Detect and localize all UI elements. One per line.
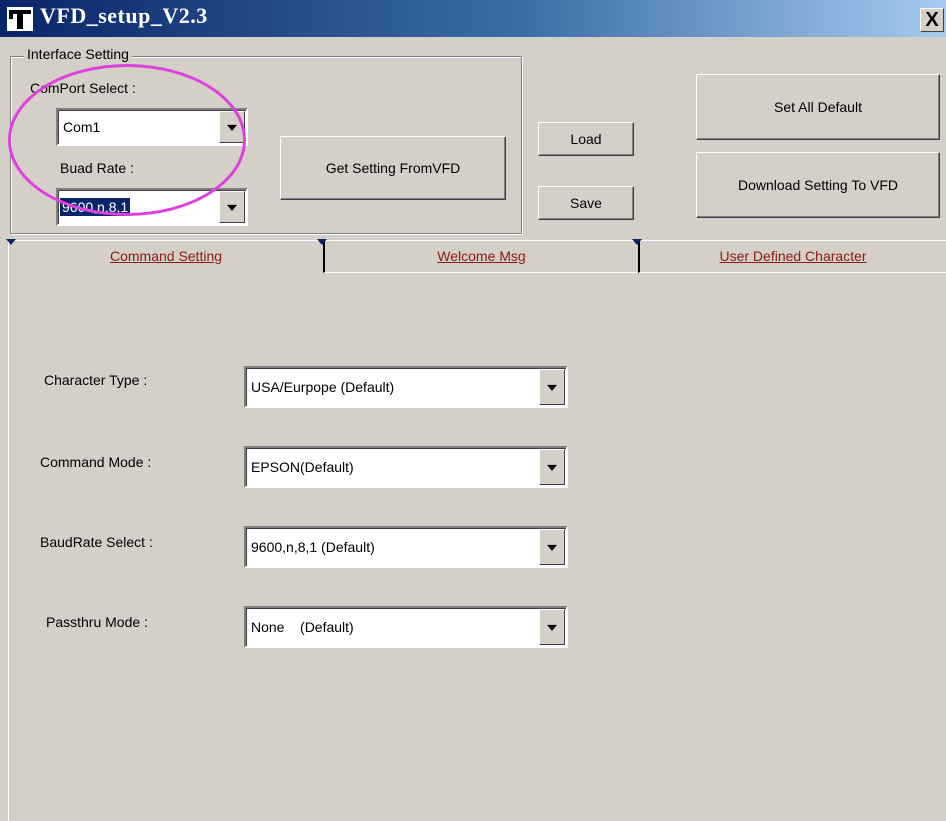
tab-command-setting[interactable]: Command Setting xyxy=(8,240,323,273)
group-label: Interface Setting xyxy=(24,46,132,62)
character-type-value: USA/Eurpope (Default) xyxy=(251,379,395,395)
comport-label: ComPort Select : xyxy=(30,80,136,96)
baud-rate-select-value: 9600,n,8,1 (Default) xyxy=(251,539,375,555)
tab-user-defined-character[interactable]: User Defined Character xyxy=(638,240,946,273)
character-type-label: Character Type : xyxy=(44,372,148,388)
tab-marker-icon xyxy=(632,239,642,245)
baud-rate-value: 9600,n,8,1 xyxy=(60,198,131,216)
save-button[interactable]: Save xyxy=(538,186,634,220)
tab-marker-icon xyxy=(317,239,327,245)
baud-rate-label: Buad Rate : xyxy=(60,160,134,176)
chevron-down-icon[interactable] xyxy=(539,529,565,565)
chevron-down-icon[interactable] xyxy=(539,609,565,645)
baud-rate-select-label: BaudRate Select : xyxy=(40,534,153,550)
chevron-down-icon[interactable] xyxy=(539,369,565,405)
load-button[interactable]: Load xyxy=(538,122,634,156)
passthru-mode-value: None (Default) xyxy=(251,619,354,635)
tab-welcome-msg[interactable]: Welcome Msg xyxy=(323,240,638,273)
app-logo-icon xyxy=(7,7,33,31)
get-setting-button[interactable]: Get Setting FromVFD xyxy=(280,136,506,200)
chevron-down-icon[interactable] xyxy=(219,111,245,143)
command-mode-value: EPSON(Default) xyxy=(251,459,354,475)
window-title: VFD_setup_V2.3 xyxy=(40,3,208,28)
set-all-default-button[interactable]: Set All Default xyxy=(696,74,940,140)
comport-value: Com1 xyxy=(63,119,101,135)
chevron-down-icon[interactable] xyxy=(539,449,565,485)
passthru-mode-select[interactable]: None (Default) xyxy=(244,606,568,648)
character-type-select[interactable]: USA/Eurpope (Default) xyxy=(244,366,568,408)
download-setting-button[interactable]: Download Setting To VFD xyxy=(696,152,940,218)
tab-marker-icon xyxy=(6,239,16,245)
passthru-mode-label: Passthru Mode : xyxy=(46,614,148,630)
baud-rate-select-combo[interactable]: 9600,n,8,1 (Default) xyxy=(244,526,568,568)
close-button[interactable]: X xyxy=(920,8,944,32)
command-mode-label: Command Mode : xyxy=(40,454,152,470)
command-mode-select[interactable]: EPSON(Default) xyxy=(244,446,568,488)
baud-rate-select[interactable]: 9600,n,8,1 xyxy=(56,188,248,226)
comport-select[interactable]: Com1 xyxy=(56,108,248,146)
chevron-down-icon[interactable] xyxy=(219,191,245,223)
